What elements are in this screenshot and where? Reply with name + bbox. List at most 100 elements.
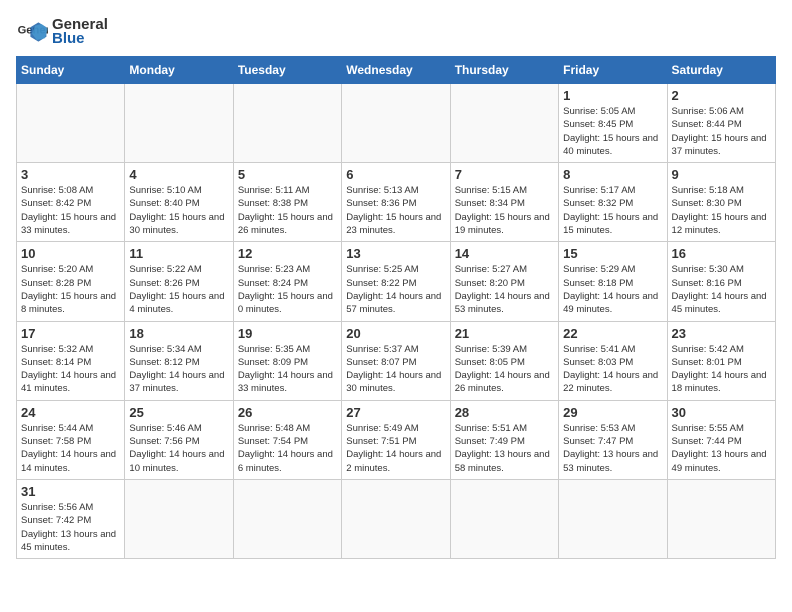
- day-info: Sunrise: 5:34 AM Sunset: 8:12 PM Dayligh…: [129, 343, 228, 396]
- day-number: 20: [346, 326, 445, 341]
- logo-blue-text: Blue: [52, 31, 108, 48]
- day-info: Sunrise: 5:53 AM Sunset: 7:47 PM Dayligh…: [563, 422, 662, 475]
- day-number: 27: [346, 405, 445, 420]
- day-info: Sunrise: 5:30 AM Sunset: 8:16 PM Dayligh…: [672, 263, 771, 316]
- calendar-cell: 11Sunrise: 5:22 AM Sunset: 8:26 PM Dayli…: [125, 242, 233, 321]
- calendar-cell: 19Sunrise: 5:35 AM Sunset: 8:09 PM Dayli…: [233, 321, 341, 400]
- day-info: Sunrise: 5:15 AM Sunset: 8:34 PM Dayligh…: [455, 184, 554, 237]
- day-number: 3: [21, 167, 120, 182]
- weekday-header: Tuesday: [233, 57, 341, 84]
- day-number: 4: [129, 167, 228, 182]
- weekday-header: Friday: [559, 57, 667, 84]
- day-info: Sunrise: 5:22 AM Sunset: 8:26 PM Dayligh…: [129, 263, 228, 316]
- day-number: 18: [129, 326, 228, 341]
- calendar-cell: 6 Sunrise: 5:13 AM Sunset: 8:36 PM Daylig…: [342, 163, 450, 242]
- calendar-cell: 2 Sunrise: 5:06 AM Sunset: 8:44 PM Daylig…: [667, 84, 775, 163]
- calendar-cell: [233, 84, 341, 163]
- day-info: Sunrise: 5:13 AM Sunset: 8:36 PM Dayligh…: [346, 184, 445, 237]
- calendar-cell: 16 Sunrise: 5:30 AM Sunset: 8:16 PM Dayli…: [667, 242, 775, 321]
- day-info: Sunrise: 5:23 AM Sunset: 8:24 PM Dayligh…: [238, 263, 337, 316]
- day-number: 22: [563, 326, 662, 341]
- day-info: Sunrise: 5:46 AM Sunset: 7:56 PM Dayligh…: [129, 422, 228, 475]
- calendar-cell: 14 Sunrise: 5:27 AM Sunset: 8:20 PM Dayli…: [450, 242, 558, 321]
- weekday-header: Saturday: [667, 57, 775, 84]
- page-header: General General Blue: [16, 16, 776, 48]
- day-number: 2: [672, 88, 771, 103]
- day-info: Sunrise: 5:51 AM Sunset: 7:49 PM Dayligh…: [455, 422, 554, 475]
- day-info: Sunrise: 5:37 AM Sunset: 8:07 PM Dayligh…: [346, 343, 445, 396]
- day-number: 24: [21, 405, 120, 420]
- calendar-week-row: 1 Sunrise: 5:05 AM Sunset: 8:45 PM Daylig…: [17, 84, 776, 163]
- weekday-header: Thursday: [450, 57, 558, 84]
- calendar-cell: [342, 84, 450, 163]
- calendar-week-row: 10Sunrise: 5:20 AM Sunset: 8:28 PM Dayli…: [17, 242, 776, 321]
- day-number: 6: [346, 167, 445, 182]
- calendar-cell: 1 Sunrise: 5:05 AM Sunset: 8:45 PM Daylig…: [559, 84, 667, 163]
- calendar-table: SundayMondayTuesdayWednesdayThursdayFrid…: [16, 56, 776, 559]
- weekday-header: Sunday: [17, 57, 125, 84]
- day-info: Sunrise: 5:29 AM Sunset: 8:18 PM Dayligh…: [563, 263, 662, 316]
- weekday-header: Wednesday: [342, 57, 450, 84]
- calendar-cell: 30Sunrise: 5:55 AM Sunset: 7:44 PM Dayli…: [667, 400, 775, 479]
- day-number: 12: [238, 246, 337, 261]
- day-number: 17: [21, 326, 120, 341]
- day-info: Sunrise: 5:49 AM Sunset: 7:51 PM Dayligh…: [346, 422, 445, 475]
- calendar-cell: [125, 84, 233, 163]
- calendar-cell: 15 Sunrise: 5:29 AM Sunset: 8:18 PM Dayli…: [559, 242, 667, 321]
- day-number: 10: [21, 246, 120, 261]
- logo-icon: General: [16, 16, 48, 48]
- calendar-week-row: 17Sunrise: 5:32 AM Sunset: 8:14 PM Dayli…: [17, 321, 776, 400]
- day-info: Sunrise: 5:48 AM Sunset: 7:54 PM Dayligh…: [238, 422, 337, 475]
- calendar-cell: 23 Sunrise: 5:42 AM Sunset: 8:01 PM Dayli…: [667, 321, 775, 400]
- calendar-cell: 18 Sunrise: 5:34 AM Sunset: 8:12 PM Dayli…: [125, 321, 233, 400]
- calendar-cell: [559, 479, 667, 558]
- day-number: 26: [238, 405, 337, 420]
- day-number: 9: [672, 167, 771, 182]
- day-number: 16: [672, 246, 771, 261]
- calendar-cell: [342, 479, 450, 558]
- calendar-cell: 25 Sunrise: 5:46 AM Sunset: 7:56 PM Dayli…: [125, 400, 233, 479]
- day-number: 14: [455, 246, 554, 261]
- day-info: Sunrise: 5:05 AM Sunset: 8:45 PM Dayligh…: [563, 105, 662, 158]
- logo: General General Blue: [16, 16, 108, 48]
- calendar-cell: [450, 479, 558, 558]
- day-info: Sunrise: 5:25 AM Sunset: 8:22 PM Dayligh…: [346, 263, 445, 316]
- calendar-cell: 29 Sunrise: 5:53 AM Sunset: 7:47 PM Dayli…: [559, 400, 667, 479]
- calendar-cell: 13Sunrise: 5:25 AM Sunset: 8:22 PM Dayli…: [342, 242, 450, 321]
- day-number: 21: [455, 326, 554, 341]
- day-info: Sunrise: 5:56 AM Sunset: 7:42 PM Dayligh…: [21, 501, 120, 554]
- day-number: 5: [238, 167, 337, 182]
- calendar-cell: 22Sunrise: 5:41 AM Sunset: 8:03 PM Dayli…: [559, 321, 667, 400]
- day-number: 15: [563, 246, 662, 261]
- day-number: 23: [672, 326, 771, 341]
- day-info: Sunrise: 5:10 AM Sunset: 8:40 PM Dayligh…: [129, 184, 228, 237]
- weekday-header: Monday: [125, 57, 233, 84]
- day-number: 25: [129, 405, 228, 420]
- calendar-cell: 24Sunrise: 5:44 AM Sunset: 7:58 PM Dayli…: [17, 400, 125, 479]
- calendar-week-row: 24Sunrise: 5:44 AM Sunset: 7:58 PM Dayli…: [17, 400, 776, 479]
- day-info: Sunrise: 5:39 AM Sunset: 8:05 PM Dayligh…: [455, 343, 554, 396]
- calendar-cell: [125, 479, 233, 558]
- day-info: Sunrise: 5:11 AM Sunset: 8:38 PM Dayligh…: [238, 184, 337, 237]
- calendar-cell: [233, 479, 341, 558]
- calendar-cell: 20 Sunrise: 5:37 AM Sunset: 8:07 PM Dayli…: [342, 321, 450, 400]
- day-info: Sunrise: 5:27 AM Sunset: 8:20 PM Dayligh…: [455, 263, 554, 316]
- calendar-cell: 12 Sunrise: 5:23 AM Sunset: 8:24 PM Dayli…: [233, 242, 341, 321]
- day-number: 29: [563, 405, 662, 420]
- calendar-cell: [667, 479, 775, 558]
- day-info: Sunrise: 5:06 AM Sunset: 8:44 PM Dayligh…: [672, 105, 771, 158]
- calendar-cell: 3 Sunrise: 5:08 AM Sunset: 8:42 PM Daylig…: [17, 163, 125, 242]
- day-number: 1: [563, 88, 662, 103]
- calendar-week-row: 3 Sunrise: 5:08 AM Sunset: 8:42 PM Daylig…: [17, 163, 776, 242]
- calendar-cell: 9Sunrise: 5:18 AM Sunset: 8:30 PM Daylig…: [667, 163, 775, 242]
- day-info: Sunrise: 5:42 AM Sunset: 8:01 PM Dayligh…: [672, 343, 771, 396]
- day-number: 28: [455, 405, 554, 420]
- calendar-cell: 27 Sunrise: 5:49 AM Sunset: 7:51 PM Dayli…: [342, 400, 450, 479]
- calendar-cell: 26 Sunrise: 5:48 AM Sunset: 7:54 PM Dayli…: [233, 400, 341, 479]
- day-number: 8: [563, 167, 662, 182]
- calendar-header-row: SundayMondayTuesdayWednesdayThursdayFrid…: [17, 57, 776, 84]
- calendar-cell: [17, 84, 125, 163]
- calendar-week-row: 31Sunrise: 5:56 AM Sunset: 7:42 PM Dayli…: [17, 479, 776, 558]
- day-info: Sunrise: 5:08 AM Sunset: 8:42 PM Dayligh…: [21, 184, 120, 237]
- calendar-cell: 31Sunrise: 5:56 AM Sunset: 7:42 PM Dayli…: [17, 479, 125, 558]
